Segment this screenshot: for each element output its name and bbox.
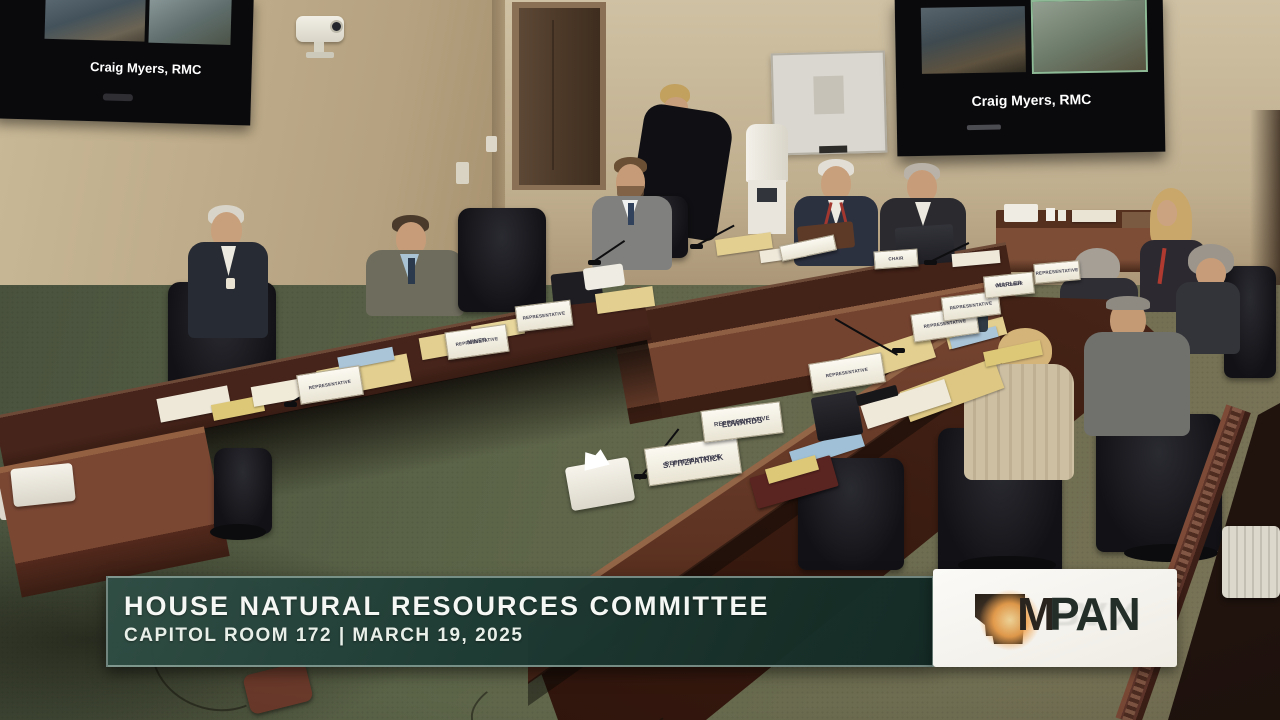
radiator [1222, 526, 1280, 598]
under-table-chair [214, 448, 272, 534]
nameplate-name: EDWARDS [721, 415, 763, 429]
logo-reflection: PAN [1049, 595, 1140, 633]
credenza-cup-2 [1058, 210, 1066, 221]
ptz-camera-base [306, 52, 334, 58]
right-tv: Craig Myers, RMC [894, 0, 1166, 157]
microphone-base [690, 244, 703, 249]
whiteboard [770, 50, 888, 156]
water-cooler-panel [757, 188, 777, 202]
right-tv-feed-2 [1030, 0, 1148, 74]
left-tv: Craig Myers, RMC [0, 0, 254, 126]
microphone-base [892, 348, 905, 353]
microphone-base [284, 402, 297, 407]
nameplate-name: MARLER [995, 280, 1023, 289]
person-6-head [1157, 200, 1177, 226]
credenza-tissue-box [1004, 204, 1038, 222]
door [519, 8, 600, 185]
nameplate-name: MINER [466, 337, 487, 346]
nameplate: CHAIR [873, 248, 919, 270]
left-tv-feed-2 [148, 0, 232, 45]
nameplate-name: S. FITZPATRICK [662, 452, 724, 470]
person-9-torso [1084, 332, 1190, 436]
nameplate-title: CHAIR [888, 255, 904, 262]
whiteboard-eraser [819, 145, 848, 154]
person-1-badge [226, 278, 235, 289]
thermostat [486, 136, 497, 152]
nameplate-title: REPRESENTATIVE [308, 378, 352, 391]
tissue-box [10, 462, 76, 508]
nameplate-title: REPRESENTATIVE [1035, 267, 1079, 276]
door-panel-line [552, 20, 554, 170]
under-table-chair-wheels [210, 524, 266, 540]
person-2-tie [408, 258, 415, 284]
whiteboard-sketch [813, 75, 845, 115]
person-3-tie [628, 203, 634, 225]
nameplate: REPRESENTATIVE [1033, 260, 1081, 284]
microphone-base [924, 260, 937, 265]
credenza-papers [1072, 210, 1116, 222]
ptz-camera-lens-icon [330, 20, 343, 33]
banner-title: HOUSE NATURAL RESOURCES COMMITTEE [124, 591, 770, 621]
water-cooler-tank [746, 124, 788, 182]
left-tv-pill [102, 93, 133, 102]
right-tv-feed-1 [920, 6, 1026, 74]
microphone-base [634, 474, 647, 479]
broadcast-frame: Craig Myers, RMC Craig Myers, RMC REPRES… [0, 0, 1280, 720]
person-9-hair-fringe [1106, 296, 1150, 310]
nameplate-title: REPRESENTATIVE [522, 310, 566, 321]
mpan-logo-card: M PAN PAN [933, 569, 1177, 667]
right-tv-caption: Craig Myers, RMC [971, 90, 1092, 110]
microphone-base [588, 260, 601, 265]
lower-third-banner: HOUSE NATURAL RESOURCES COMMITTEE CAPITO… [106, 576, 934, 667]
right-tv-pill [966, 124, 1001, 131]
nameplate-title: REPRESENTATIVE [825, 366, 869, 379]
nameplate-title: REPRESENTATIVE [949, 300, 993, 311]
credenza-cup [1046, 208, 1055, 221]
empty-chair-center-left [458, 208, 546, 312]
banner-subtitle: CAPITOL ROOM 172 | MARCH 19, 2025 [124, 625, 524, 646]
credenza-box [1122, 212, 1152, 228]
left-tv-feed-1 [44, 0, 146, 42]
left-tv-caption: Craig Myers, RMC [89, 59, 202, 78]
light-switch [456, 162, 469, 184]
